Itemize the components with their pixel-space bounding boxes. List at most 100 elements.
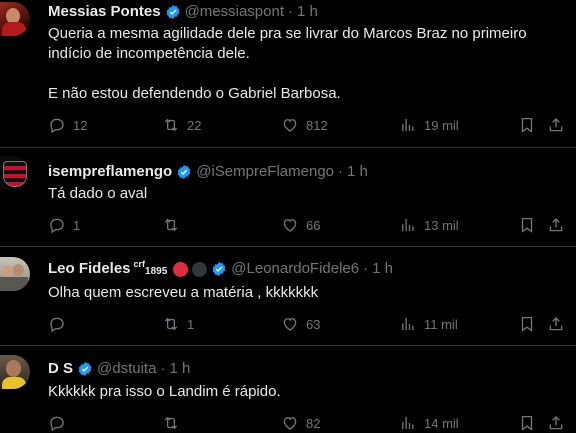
tweet-text: Olha quem escreveu a matéria , kkkkkkk <box>48 284 319 301</box>
views-button[interactable]: 19 mil <box>399 115 459 135</box>
like-count: 63 <box>306 316 321 332</box>
retweet-button[interactable]: 1 <box>162 314 194 334</box>
views-button[interactable]: 13 mil <box>399 215 459 235</box>
bookmark-icon <box>518 315 536 333</box>
bookmark-icon <box>518 414 536 432</box>
timestamp[interactable]: 1 h <box>169 360 190 378</box>
view-count: 11 mil <box>424 316 458 332</box>
tweet-text: Queria a mesma agilidade dele pra se liv… <box>48 25 527 102</box>
tweet-header: isempreflamengo @iSempreFlamengo · 1 h <box>48 163 368 181</box>
views-button[interactable]: 11 mil <box>399 314 458 334</box>
share-icon <box>547 216 565 234</box>
retweet-icon <box>162 216 180 234</box>
retweet-count: 22 <box>187 117 202 133</box>
avatar[interactable] <box>0 2 30 36</box>
tweet-actions: 1 66 13 mil <box>48 215 548 235</box>
avatar[interactable] <box>0 355 30 389</box>
like-button[interactable]: 66 <box>281 215 320 235</box>
timestamp[interactable]: 1 h <box>372 260 393 278</box>
like-count: 82 <box>306 415 321 431</box>
bookmark-icon <box>518 216 536 234</box>
tweet[interactable]: Messias Pontes @messiaspont · 1 h Queria… <box>0 0 576 148</box>
bookmark-button[interactable] <box>518 413 536 433</box>
retweet-count: 1 <box>187 316 195 332</box>
view-count: 13 mil <box>424 217 459 233</box>
share-button[interactable] <box>547 215 565 235</box>
tweet-actions: 82 14 mil <box>48 413 548 433</box>
like-count: 812 <box>306 117 328 133</box>
bookmark-icon <box>518 116 536 134</box>
reply-count: 1 <box>73 217 81 233</box>
author-name[interactable]: Leo Fideles <box>48 260 131 278</box>
author-handle[interactable]: @iSempreFlamengo <box>196 163 334 181</box>
views-button[interactable]: 14 mil <box>399 413 459 433</box>
verified-badge-icon <box>166 5 179 19</box>
views-icon <box>399 216 417 234</box>
reply-button[interactable] <box>48 413 73 433</box>
tweet-actions: 1 63 11 mil <box>48 314 548 334</box>
author-handle[interactable]: @dstuita <box>97 360 156 378</box>
separator-dot: · <box>288 3 293 20</box>
separator-dot: · <box>160 360 166 377</box>
share-icon <box>547 116 565 134</box>
tweet-actions: 12 22 812 19 mil <box>48 115 548 135</box>
retweet-button[interactable]: 22 <box>162 115 201 135</box>
timestamp[interactable]: 1 h <box>297 3 318 21</box>
retweet-icon <box>162 414 180 432</box>
author-handle[interactable]: @messiaspont <box>185 3 284 21</box>
reply-count: 12 <box>73 117 88 133</box>
retweet-icon <box>162 315 180 333</box>
timestamp[interactable]: 1 h <box>347 163 368 181</box>
author-name[interactable]: isempreflamengo <box>48 163 172 181</box>
views-icon <box>399 414 417 432</box>
heart-icon <box>281 116 299 134</box>
heart-icon <box>281 414 299 432</box>
tweet[interactable]: D S @dstuita · 1 h Kkkkkk pra isso o Lan… <box>0 346 576 432</box>
like-button[interactable]: 63 <box>281 314 320 334</box>
reply-icon <box>48 414 66 432</box>
reply-button[interactable]: 1 <box>48 215 80 235</box>
view-count: 19 mil <box>424 117 459 133</box>
retweet-button[interactable] <box>162 413 187 433</box>
reply-icon <box>48 116 66 134</box>
tweet[interactable]: isempreflamengo @iSempreFlamengo · 1 h T… <box>0 148 576 247</box>
tweet[interactable]: Leo Fideles crf 1895 @LeonardoFidele6 · … <box>0 247 576 346</box>
name-subscript: 1895 <box>145 266 168 277</box>
views-icon <box>399 116 417 134</box>
reply-button[interactable]: 12 <box>48 115 87 135</box>
verified-badge-icon <box>212 262 226 276</box>
author-handle[interactable]: @LeonardoFidele6 <box>231 260 359 278</box>
verified-badge-icon <box>177 165 191 179</box>
share-button[interactable] <box>547 413 565 433</box>
author-name[interactable]: D S <box>48 360 73 378</box>
bookmark-button[interactable] <box>518 314 536 334</box>
tweet-text: Tá dado o aval <box>48 185 148 202</box>
retweet-icon <box>162 116 180 134</box>
reply-button[interactable] <box>48 314 73 334</box>
share-icon <box>547 315 565 333</box>
author-name[interactable]: Messias Pontes <box>48 3 161 21</box>
bookmark-button[interactable] <box>518 115 536 135</box>
retweet-button[interactable] <box>162 215 187 235</box>
like-button[interactable]: 812 <box>281 115 328 135</box>
share-button[interactable] <box>547 314 565 334</box>
red-circle-emoji-icon <box>173 261 189 277</box>
tweet-text: Kkkkkk pra isso o Landim é rápido. <box>48 383 281 400</box>
separator-dot: · <box>338 163 344 180</box>
separator-dot: · <box>363 260 369 277</box>
black-circle-emoji-icon <box>192 261 208 277</box>
heart-icon <box>281 216 299 234</box>
reply-icon <box>48 216 66 234</box>
view-count: 14 mil <box>424 415 459 431</box>
avatar[interactable] <box>0 257 30 291</box>
share-icon <box>547 414 565 432</box>
share-button[interactable] <box>547 115 565 135</box>
reply-icon <box>48 315 66 333</box>
like-button[interactable]: 82 <box>281 413 320 433</box>
name-superscript: crf <box>133 259 146 269</box>
bookmark-button[interactable] <box>518 215 536 235</box>
heart-icon <box>281 315 299 333</box>
verified-badge-icon <box>78 362 92 376</box>
like-count: 66 <box>306 217 321 233</box>
avatar[interactable] <box>0 156 30 190</box>
